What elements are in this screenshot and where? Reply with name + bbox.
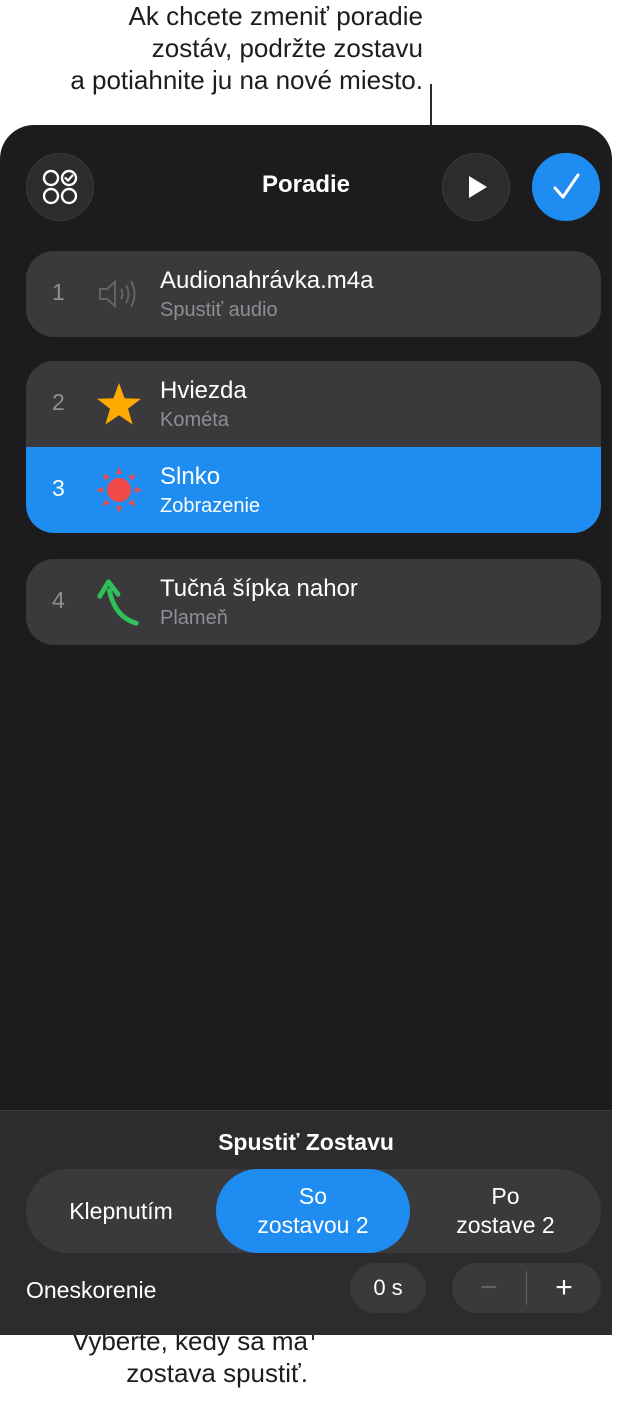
callout-line: zostava spustiť. — [126, 1358, 308, 1388]
option-label: Klepnutím — [69, 1197, 173, 1224]
star-icon — [94, 379, 144, 429]
decrease-button[interactable]: − — [452, 1263, 526, 1313]
speaker-icon — [94, 269, 144, 319]
option-after-build-2[interactable]: Po zostave 2 — [410, 1169, 601, 1253]
build-number: 4 — [52, 587, 65, 613]
build-title: Audionahrávka.m4a — [160, 267, 374, 294]
increase-button[interactable]: + — [527, 1263, 601, 1313]
start-build-segmented-control: Klepnutím So zostavou 2 Po zostave 2 — [26, 1169, 601, 1253]
build-subtitle: Zobrazenie — [160, 495, 261, 517]
delay-stepper: − + — [452, 1263, 601, 1313]
checkmark-icon — [553, 173, 580, 199]
build-number: 1 — [52, 279, 65, 305]
option-label: So zostavou 2 — [257, 1183, 369, 1238]
build-number: 2 — [52, 389, 65, 415]
option-on-tap[interactable]: Klepnutím — [26, 1169, 216, 1253]
callout-line: a potiahnite ju na nové miesto. — [70, 65, 423, 95]
play-button[interactable] — [442, 153, 510, 221]
section-title: Spustiť Zostavu — [218, 1129, 394, 1155]
delay-label: Oneskorenie — [26, 1277, 157, 1303]
callout-line: Ak chcete zmeniť poradie — [128, 1, 423, 31]
page-title: Poradie — [261, 171, 351, 198]
build-subtitle: Kométa — [160, 409, 229, 431]
panel-header: Poradie — [0, 125, 612, 245]
build-title: Tučná šípka nahor — [160, 575, 358, 602]
option-with-build-2[interactable]: So zostavou 2 — [216, 1169, 410, 1253]
build-row[interactable]: 2 Hviezda Kométa — [26, 361, 601, 447]
delay-value[interactable]: 0 s — [350, 1263, 426, 1313]
build-title: Slnko — [160, 463, 221, 490]
build-row[interactable]: 4 Tučná šípka nahor Plameň — [26, 559, 601, 645]
sun-icon — [94, 465, 144, 515]
build-subtitle: Plameň — [160, 607, 228, 629]
build-subtitle: Spustiť audio — [160, 299, 278, 321]
curved-arrow-icon — [94, 577, 144, 627]
start-build-section: Spustiť Zostavu Klepnutím So zostavou 2 … — [0, 1110, 612, 1335]
option-label: Po zostave 2 — [456, 1183, 555, 1238]
build-number: 3 — [52, 475, 65, 501]
build-row[interactable]: 1 Audionahrávka.m4a Spustiť audio — [26, 251, 601, 337]
build-title: Hviezda — [160, 377, 247, 404]
build-row-selected[interactable]: 3 Slnko Zobrazenie — [26, 447, 601, 533]
build-order-panel: Poradie 1 Audionahrávka.m4a Spustiť audi… — [0, 125, 612, 1335]
callout-line: zostáv, podržte zostavu — [151, 33, 423, 63]
play-icon — [469, 176, 487, 198]
callout-reorder: Ak chcete zmeniť poradie zostáv, podržte… — [23, 0, 423, 96]
done-button[interactable] — [532, 153, 600, 221]
